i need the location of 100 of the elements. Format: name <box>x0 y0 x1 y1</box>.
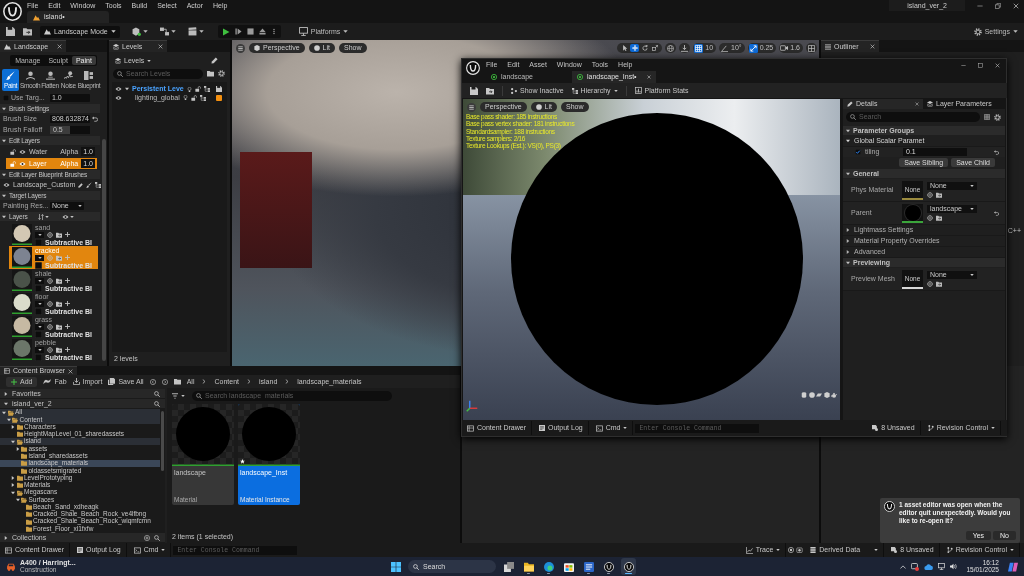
globe-icon[interactable] <box>667 44 675 52</box>
minimize-icon[interactable] <box>961 62 966 68</box>
caret-down-icon[interactable] <box>2 138 6 143</box>
folder-icon[interactable] <box>23 27 32 36</box>
dropdown[interactable] <box>35 277 44 284</box>
reset-arrow-icon[interactable] <box>92 116 98 122</box>
filter-icon[interactable] <box>172 393 178 399</box>
caret-down-icon[interactable] <box>11 439 15 444</box>
folder-icon[interactable] <box>56 300 62 307</box>
sort-icon[interactable] <box>38 213 44 220</box>
caret-down-icon[interactable] <box>846 171 850 176</box>
checkbox[interactable] <box>35 284 42 292</box>
caret-right-icon[interactable] <box>4 391 8 396</box>
cube-icon[interactable] <box>823 392 830 398</box>
teapot-icon[interactable] <box>831 392 837 398</box>
taskbar-button[interactable] <box>621 558 636 575</box>
target-icon[interactable] <box>47 277 53 284</box>
caret-right-icon[interactable] <box>846 239 850 243</box>
search-icon[interactable] <box>154 390 160 397</box>
menu-icon[interactable] <box>467 102 476 112</box>
folder-icon[interactable] <box>486 86 494 95</box>
save-icon[interactable] <box>470 86 478 95</box>
search-icon[interactable] <box>154 400 160 407</box>
folder-icon[interactable] <box>56 346 62 353</box>
clapper-icon[interactable] <box>187 27 197 36</box>
sphere-icon[interactable] <box>808 392 815 398</box>
layout-icon[interactable] <box>808 44 815 52</box>
caret-icon[interactable] <box>45 214 49 219</box>
tray-app-icon[interactable] <box>911 562 920 571</box>
caret-down-icon[interactable] <box>846 260 850 265</box>
camera-icon[interactable] <box>796 547 804 553</box>
hierarchy-icon[interactable] <box>203 86 210 93</box>
plus-icon[interactable] <box>65 324 70 329</box>
folder-icon[interactable] <box>56 323 62 330</box>
eye-icon[interactable] <box>115 86 122 93</box>
maximize-icon[interactable] <box>978 62 983 68</box>
nodes-icon[interactable] <box>159 27 169 36</box>
target-icon[interactable] <box>47 346 53 353</box>
folder-icon[interactable] <box>56 231 62 238</box>
dropdown[interactable] <box>35 300 44 307</box>
checkbox[interactable] <box>855 149 861 155</box>
step-forward-icon[interactable] <box>234 28 242 35</box>
folder-icon[interactable] <box>56 277 62 284</box>
forward-icon[interactable] <box>161 378 168 385</box>
caret-right-icon[interactable] <box>4 535 8 540</box>
logo-icon[interactable] <box>466 61 480 75</box>
caret-down-icon[interactable] <box>2 172 6 177</box>
plus-icon[interactable] <box>65 347 70 352</box>
checkbox[interactable] <box>35 261 42 269</box>
eye-icon[interactable] <box>19 148 26 155</box>
eye-icon[interactable] <box>115 94 122 101</box>
pencil-icon[interactable] <box>78 182 84 188</box>
checkbox[interactable] <box>35 307 42 315</box>
plus-icon[interactable] <box>65 232 70 237</box>
back-icon[interactable] <box>149 378 156 385</box>
save-icon[interactable] <box>216 86 222 93</box>
cylinder-icon[interactable] <box>801 392 807 398</box>
caret-icon[interactable] <box>142 29 148 34</box>
network-icon[interactable] <box>938 563 946 570</box>
plus-icon[interactable] <box>65 278 70 283</box>
restore-icon[interactable] <box>995 2 1001 9</box>
caret-down-icon[interactable] <box>15 497 20 502</box>
hierarchy-icon[interactable] <box>95 182 102 188</box>
stop-icon[interactable] <box>246 28 254 35</box>
folder-icon[interactable] <box>173 378 181 385</box>
dropdown[interactable] <box>35 323 44 330</box>
more-icon[interactable] <box>270 28 277 35</box>
caret-down-icon[interactable] <box>846 128 850 133</box>
caret-down-icon[interactable] <box>2 410 6 415</box>
checkbox[interactable] <box>35 353 42 361</box>
target-icon[interactable] <box>47 300 53 307</box>
cube-icon[interactable] <box>131 27 141 36</box>
close-icon[interactable] <box>68 368 74 374</box>
settings-icon[interactable] <box>994 113 1001 121</box>
transform-tool-button[interactable] <box>620 44 630 52</box>
scrollbar[interactable] <box>161 411 164 471</box>
close-icon[interactable] <box>158 44 163 49</box>
target-icon[interactable] <box>927 192 933 198</box>
target-icon[interactable] <box>47 231 53 238</box>
unlocked-padlock-icon[interactable] <box>194 86 201 93</box>
start-icon[interactable] <box>390 561 401 572</box>
eye-icon[interactable] <box>62 213 69 220</box>
close-icon[interactable] <box>870 44 875 49</box>
cloud-icon[interactable] <box>924 562 934 571</box>
plane-icon[interactable] <box>816 392 822 398</box>
target-icon[interactable] <box>47 323 53 330</box>
caret-down-icon[interactable] <box>125 87 129 92</box>
caret-down-icon[interactable] <box>2 193 6 198</box>
dropdown[interactable] <box>35 346 44 353</box>
caret-icon[interactable] <box>181 394 185 398</box>
unlocked-padlock-icon[interactable] <box>190 94 197 101</box>
caret-down-icon[interactable] <box>2 214 6 219</box>
close-icon[interactable] <box>1013 2 1019 9</box>
close-icon[interactable] <box>995 62 1000 68</box>
caret-right-icon[interactable] <box>11 476 15 480</box>
scrollbar[interactable] <box>102 139 106 361</box>
caret-down-icon[interactable] <box>4 401 8 406</box>
dropdown[interactable] <box>35 254 44 261</box>
caret-icon[interactable] <box>198 29 204 34</box>
folder-icon[interactable] <box>936 281 942 287</box>
